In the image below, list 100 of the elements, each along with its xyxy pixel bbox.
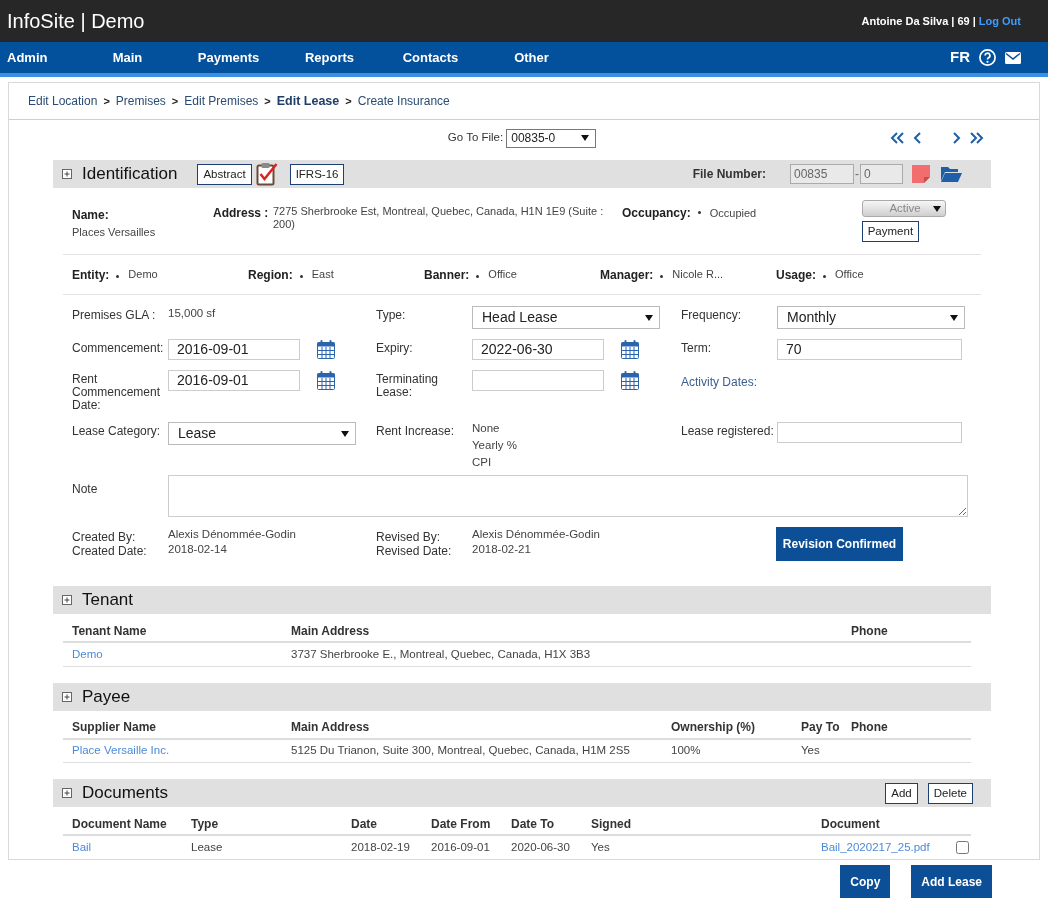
status-dropdown: Active [861, 200, 946, 217]
column-header: Main Address [291, 623, 370, 638]
payment-button[interactable]: Payment [861, 221, 920, 242]
activity-dates-link[interactable]: Activity Dates: [681, 370, 758, 391]
double-chevron-right-icon[interactable] [970, 132, 984, 144]
calendar-icon[interactable] [317, 371, 335, 390]
note-field[interactable] [168, 475, 968, 517]
breadcrumb-link[interactable]: Edit Premises [184, 92, 259, 110]
field-label: Term: [681, 340, 712, 355]
column-header: Phone [851, 720, 888, 734]
bullet-icon [116, 274, 120, 278]
input-field[interactable] [777, 422, 962, 443]
column-header: Ownership (%) [671, 720, 755, 734]
field-label: Commencement: [72, 340, 165, 355]
breadcrumb-link[interactable]: Edit Location [28, 92, 98, 110]
bullet-icon [697, 211, 701, 214]
field-label: Premises GLA : [72, 307, 157, 322]
column-header: Main Address [291, 720, 370, 734]
add-button[interactable]: Add [885, 782, 918, 804]
dropdown[interactable]: Head Lease [472, 306, 660, 329]
column-header: Signed [591, 816, 631, 831]
nav-menu-item[interactable]: Main [77, 47, 178, 68]
table-cell: Yes [801, 744, 820, 757]
section-title: Documents [82, 782, 168, 805]
bullet-icon [660, 274, 664, 278]
logout-link[interactable]: Log Out [978, 12, 1021, 30]
nav-menu-item[interactable]: Contacts [380, 47, 481, 68]
expand-icon[interactable] [62, 169, 72, 179]
caret-icon [341, 430, 349, 437]
breadcrumb-link[interactable]: Create Insurance [357, 92, 450, 110]
expand-icon[interactable] [62, 595, 72, 605]
table-cell: 2018-02-19 [351, 840, 410, 853]
dropdown[interactable]: Lease [168, 422, 356, 445]
date-field[interactable] [472, 370, 604, 391]
option-text: CPI [472, 456, 493, 469]
calendar-icon[interactable] [317, 340, 335, 359]
revision-confirmed-button[interactable]: Revision Confirmed [776, 527, 903, 561]
address-label: Address : [213, 205, 270, 222]
chevron-left-icon[interactable] [913, 132, 921, 144]
dropdown[interactable]: Monthly [777, 306, 965, 329]
language-link[interactable]: FR [950, 46, 970, 69]
created-date-value: 2018-02-14 [168, 542, 228, 557]
attribute-label: Manager: [600, 266, 654, 284]
expand-icon[interactable] [62, 788, 72, 798]
calendar-icon[interactable] [621, 340, 639, 359]
date-field[interactable]: 2016-09-01 [168, 370, 300, 391]
copy-button[interactable]: Copy [840, 865, 891, 898]
add-lease-button[interactable]: Add Lease [911, 865, 992, 898]
breadcrumb-link[interactable]: Edit Lease [276, 91, 340, 111]
breadcrumb-separator: > [264, 93, 271, 109]
table-link[interactable]: Bail [72, 840, 92, 853]
field-label: Terminating Lease: [376, 371, 440, 399]
input-field[interactable]: 70 [777, 339, 962, 360]
revised-by-value: Alexis Dénommée-Godin [472, 527, 600, 542]
table-link[interactable]: Place Versaille Inc. [72, 744, 170, 757]
abstract-button[interactable]: Abstract [197, 163, 252, 185]
field-label: Rent Commencement Date: [72, 371, 162, 412]
attribute-value: Demo [128, 267, 158, 283]
revised-date-label: Revised Date: [376, 544, 453, 558]
date-field[interactable]: 2016-09-01 [168, 339, 300, 360]
sticky-note-icon[interactable] [912, 165, 930, 183]
table-cell: 2020-06-30 [511, 840, 570, 853]
user-info: Antoine Da Silva | 69 | [861, 13, 976, 29]
name-value: Places Versailles [72, 225, 157, 240]
nav-menu-item[interactable]: Other [481, 47, 582, 68]
breadcrumb-separator: > [103, 93, 110, 109]
caret-icon [950, 314, 958, 321]
caret-icon [645, 314, 653, 321]
date-field[interactable]: 2022-06-30 [472, 339, 604, 360]
section-title: Payee [82, 685, 131, 708]
chevron-right-icon[interactable] [953, 132, 961, 144]
nav-menu-item[interactable]: Payments [178, 47, 279, 68]
calendar-icon[interactable] [621, 371, 639, 390]
column-header: Pay To [801, 720, 840, 734]
note-label: Note [72, 481, 99, 498]
breadcrumb-separator: > [171, 93, 179, 109]
expand-icon[interactable] [62, 691, 72, 702]
mail-icon[interactable] [1005, 51, 1021, 64]
address-value: 7275 Sherbrooke Est, Montreal, Quebec, Canada, H1N 1E9 (Suite : 200) [273, 204, 605, 231]
caret-icon [932, 205, 941, 212]
ifrs-button[interactable]: IFRS-16 [289, 163, 345, 185]
go-to-file-label: Go To File: [447, 130, 504, 146]
double-chevron-left-icon[interactable] [890, 132, 904, 144]
table-link[interactable]: Demo [72, 647, 103, 660]
help-icon[interactable] [979, 49, 996, 66]
delete-button[interactable]: Delete [927, 782, 973, 804]
clipboard-check-icon[interactable] [255, 162, 278, 186]
field-label: Rent Increase: [376, 423, 456, 438]
table-link[interactable]: Bail_2020217_25.pdf [821, 840, 930, 853]
file-dropdown[interactable]: 00835-0 [506, 128, 597, 148]
column-header: Document [821, 816, 880, 831]
row-checkbox[interactable] [956, 841, 969, 855]
attribute-label: Region: [248, 266, 293, 284]
breadcrumb-link[interactable]: Premises [115, 92, 166, 110]
nav-menu-item[interactable]: Admin [0, 47, 77, 68]
bullet-icon [299, 274, 303, 278]
section-title: Identification [82, 163, 178, 186]
revised-date-value: 2018-02-21 [472, 542, 532, 557]
nav-menu-item[interactable]: Reports [279, 47, 380, 68]
folder-icon[interactable] [940, 165, 962, 183]
